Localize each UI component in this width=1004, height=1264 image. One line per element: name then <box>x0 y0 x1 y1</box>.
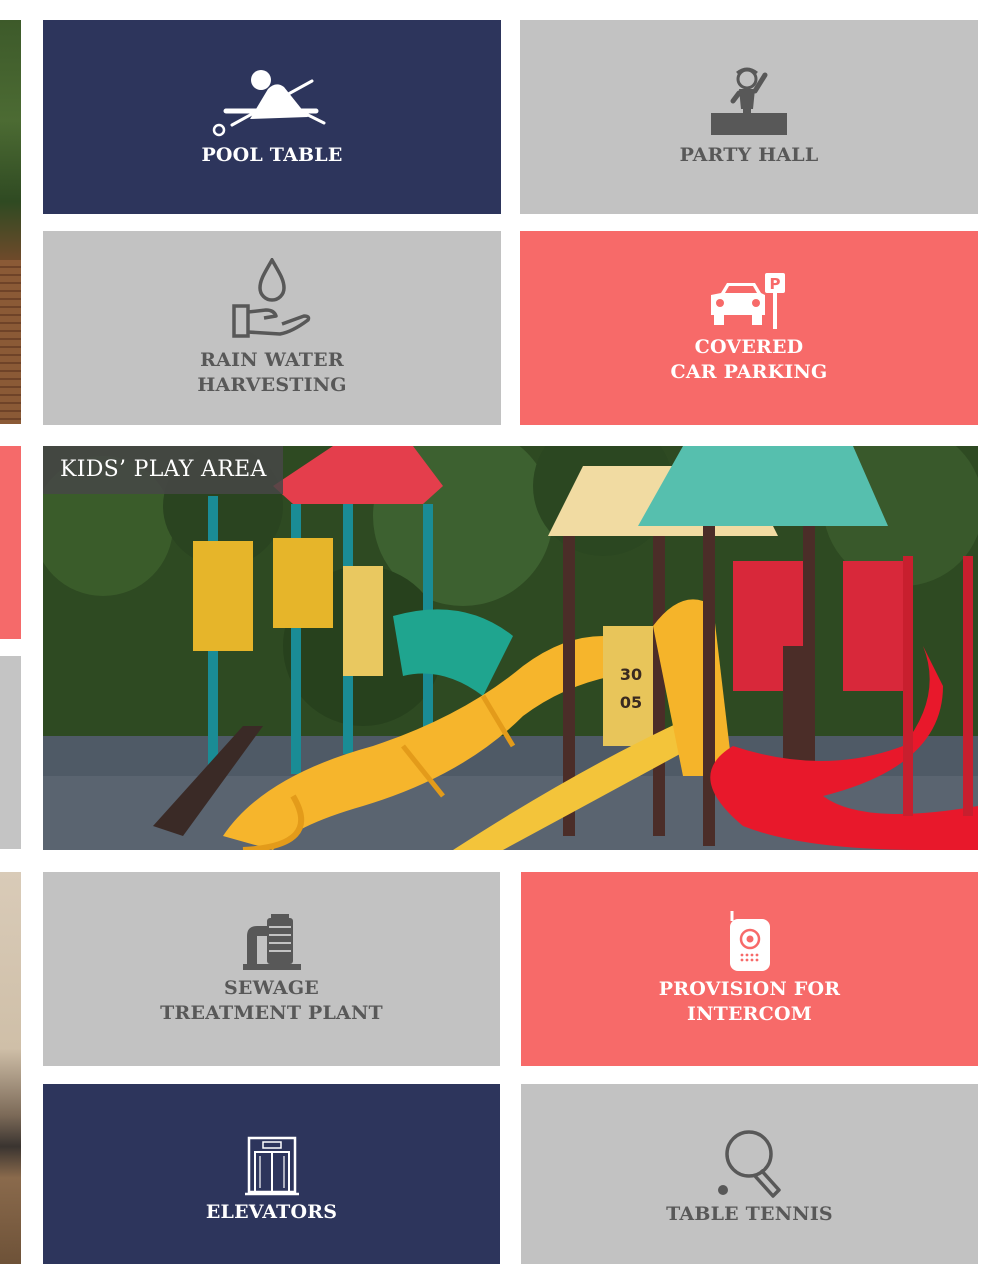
water-drop-hand-icon <box>232 258 311 338</box>
svg-text:05: 05 <box>620 693 642 712</box>
svg-text:P: P <box>770 275 781 293</box>
car-parking-icon: P <box>711 273 785 329</box>
partial-gray-tile <box>0 656 21 849</box>
amenity-tile-party-hall[interactable]: PARTY HALL <box>520 20 978 214</box>
amenity-tile-sewage-treatment-plant[interactable]: SEWAGE TREATMENT PLANT <box>43 872 500 1066</box>
svg-text:30: 30 <box>620 665 642 684</box>
playground-illustration: 30 05 <box>43 446 978 850</box>
elevator-icon <box>244 1136 299 1196</box>
covered-car-parking-label: COVERED CAR PARKING <box>670 336 828 383</box>
table-tennis-label: TABLE TENNIS <box>666 1203 833 1225</box>
pool-table-label: POOL TABLE <box>201 143 343 166</box>
amenity-tile-table-tennis[interactable]: TABLE TENNIS <box>521 1084 978 1264</box>
amenity-tile-provision-for-intercom[interactable]: PROVISION FOR INTERCOM <box>521 872 978 1066</box>
rain-water-label: RAIN WATER HARVESTING <box>197 349 347 396</box>
elevators-label: ELEVATORS <box>205 1201 338 1223</box>
amenity-tile-elevators[interactable]: ELEVATORS <box>43 1084 500 1264</box>
sewage-plant-icon <box>242 914 301 970</box>
pool-table-icon <box>212 69 326 136</box>
kids-play-area-label: KIDS’ PLAY AREA <box>43 446 283 494</box>
partial-coral-tile <box>0 446 21 639</box>
sewage-treatment-label: SEWAGE TREATMENT PLANT <box>160 977 383 1024</box>
amenity-tile-rain-water-harvesting[interactable]: RAIN WATER HARVESTING <box>43 231 501 425</box>
partial-garden-photo <box>0 20 21 424</box>
party-hall-icon <box>711 67 787 135</box>
table-tennis-icon <box>717 1130 781 1198</box>
amenity-tile-pool-table[interactable]: POOL TABLE <box>43 20 501 214</box>
intercom-label: PROVISION FOR INTERCOM <box>658 978 841 1025</box>
party-hall-label: PARTY HALL <box>679 143 819 166</box>
partial-gym-photo <box>0 872 21 1264</box>
kids-play-area-photo: 30 05 KIDS’ PLAY AREA <box>43 446 978 850</box>
intercom-icon <box>729 911 770 971</box>
amenity-tile-covered-car-parking[interactable]: P COVERED CAR PARKING <box>520 231 978 425</box>
